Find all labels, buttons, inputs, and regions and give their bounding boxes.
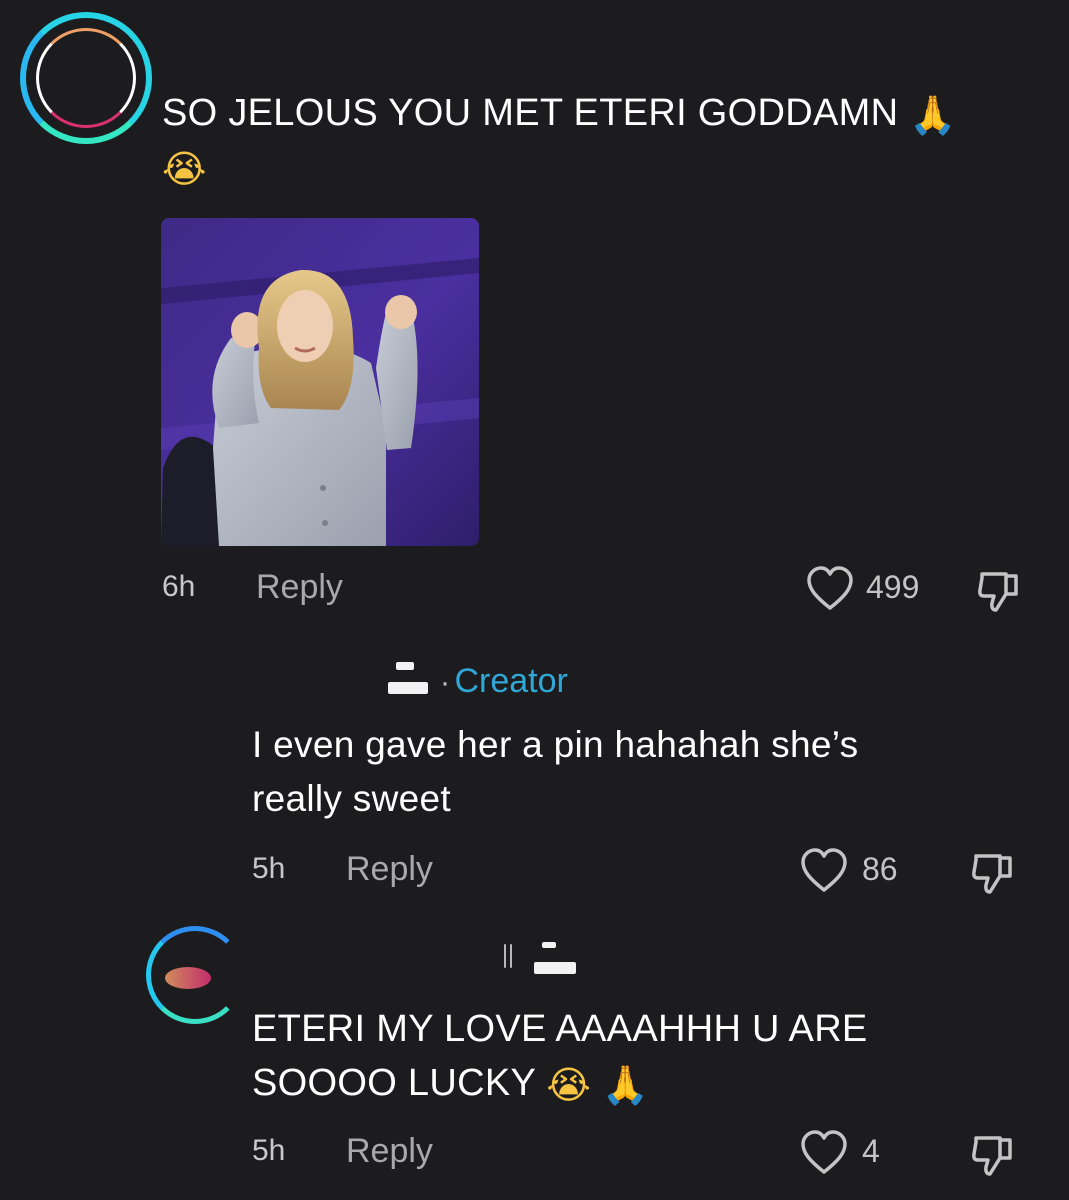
reply-timestamp: 5h: [252, 1134, 286, 1167]
like-count: 4: [862, 1133, 880, 1169]
reply-button[interactable]: Reply: [256, 568, 343, 607]
reply-button[interactable]: Reply: [346, 850, 433, 889]
woman-raised-fists-photo-icon: [161, 218, 479, 546]
folded-hands-emoji-icon: 🙏: [909, 92, 957, 137]
like-count: 499: [866, 569, 920, 605]
comment-image[interactable]: [161, 218, 479, 546]
reply-text: ETERI MY LOVE AAAAHHH U ARE SOOOO LUCKY …: [252, 1002, 1032, 1110]
crying-face-emoji-icon: 😭: [546, 1062, 592, 1107]
reply-text-line-2: SOOOO LUCKY: [252, 1062, 536, 1104]
creator-badge: Creator: [454, 662, 568, 700]
like-count: 86: [862, 851, 898, 887]
heart-outline-icon[interactable]: [806, 566, 854, 612]
reply-timestamp: 5h: [252, 852, 286, 885]
comment-text-body: SO JELOUS YOU MET ETERI GODDAMN: [162, 92, 899, 134]
folded-hands-emoji-icon: 🙏: [601, 1062, 650, 1107]
reply-text-line-1: I even gave her a pin hahahah she’s: [252, 724, 859, 765]
thumbs-down-outline-icon[interactable]: [970, 850, 1016, 896]
heart-outline-icon[interactable]: [800, 848, 848, 894]
crying-face-emoji-icon: 😭: [162, 146, 207, 191]
creator-label: · Creator: [440, 662, 568, 701]
thumbs-down-outline-icon[interactable]: [976, 568, 1022, 614]
reply-text-line-2: really sweet: [252, 778, 451, 819]
avatar-inner: [165, 967, 211, 989]
comment-text: SO JELOUS YOU MET ETERI GODDAMN 🙏 😭: [162, 86, 1042, 194]
redacted-username: [490, 940, 580, 984]
avatar-inner: [36, 28, 136, 128]
reply-button[interactable]: Reply: [346, 1132, 433, 1171]
thumbs-down-outline-icon[interactable]: [970, 1132, 1016, 1178]
reply-text: I even gave her a pin hahahah she’s real…: [252, 718, 1032, 826]
reply-text-line-1: ETERI MY LOVE AAAAHHH U ARE: [252, 1008, 868, 1050]
comment-timestamp: 6h: [162, 570, 196, 603]
heart-outline-icon[interactable]: [800, 1130, 848, 1176]
redacted-username: [386, 660, 432, 704]
separator-dot: ·: [440, 666, 450, 699]
replier-avatar[interactable]: [146, 926, 244, 1024]
commenter-avatar[interactable]: [20, 12, 152, 144]
